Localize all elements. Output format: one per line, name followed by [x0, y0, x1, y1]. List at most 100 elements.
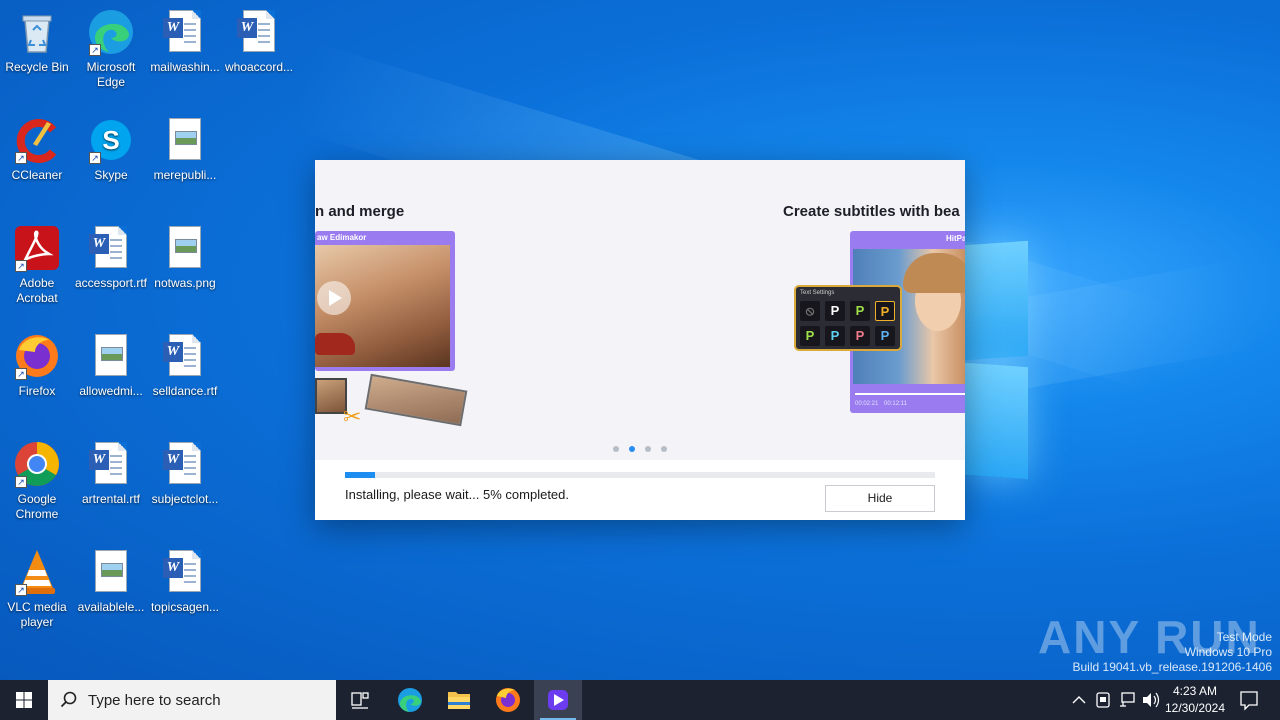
tray-device-icon-button[interactable] — [1092, 680, 1114, 720]
chrome-icon: ↗ — [13, 440, 61, 488]
show-hidden-icons-button[interactable] — [1068, 680, 1090, 720]
desktop-icon-whoaccord[interactable]: W whoaccord... — [222, 8, 296, 75]
text-style-none-option[interactable]: ⦸ — [800, 301, 820, 321]
desktop-icon-microsoft-edge[interactable]: ↗ Microsoft Edge — [74, 8, 148, 90]
desert-video-thumbnail — [315, 245, 450, 367]
desktop-icon-vlc[interactable]: ↗ VLC media player — [0, 548, 74, 630]
word-doc-icon: W — [235, 8, 283, 56]
word-doc-icon: W — [87, 224, 135, 272]
desktop-icon-artrental[interactable]: W artrental.rtf — [74, 440, 148, 507]
desktop-icon-accessport[interactable]: W accessport.rtf — [74, 224, 148, 291]
desktop-icon-google-chrome[interactable]: ↗ Google Chrome — [0, 440, 74, 522]
shortcut-arrow-icon: ↗ — [15, 368, 27, 380]
slide-left-brand: aw Edimakor — [317, 233, 367, 242]
search-icon — [60, 691, 77, 708]
shortcut-arrow-icon: ↗ — [15, 260, 27, 272]
word-doc-icon: W — [161, 548, 209, 596]
edge-icon: ↗ — [87, 8, 135, 56]
desktop-icon-label: VLC media player — [7, 600, 67, 629]
text-style-option[interactable]: P — [825, 301, 845, 321]
desktop-icon-label: artrental.rtf — [81, 492, 141, 506]
desktop-icon-label: Recycle Bin — [5, 60, 69, 74]
carousel-dot[interactable] — [661, 446, 667, 452]
file-explorer-icon — [448, 692, 470, 709]
taskbar-clock[interactable]: 4:23 AM 12/30/2024 — [1158, 683, 1232, 717]
firefox-icon — [496, 688, 520, 712]
word-doc-icon: W — [161, 440, 209, 488]
shortcut-arrow-icon: ↗ — [15, 584, 27, 596]
desktop-icon-label: Microsoft Edge — [86, 60, 136, 89]
text-style-option[interactable]: P — [850, 301, 870, 321]
desktop-icon-firefox[interactable]: ↗ Firefox — [0, 332, 74, 399]
network-button[interactable] — [1116, 680, 1138, 720]
taskbar-file-explorer-button[interactable] — [435, 680, 483, 720]
shortcut-arrow-icon: ↗ — [15, 152, 27, 164]
taskbar-edimakor-button[interactable] — [534, 680, 582, 720]
carousel-dot[interactable] — [629, 446, 635, 452]
desktop-icon-label: Firefox — [18, 384, 56, 398]
text-settings-label: Text Settings — [800, 290, 835, 296]
desktop-icon-recycle-bin[interactable]: Recycle Bin — [0, 8, 74, 75]
desktop-icon-label: whoaccord... — [224, 60, 294, 74]
text-style-option[interactable]: P — [875, 301, 895, 321]
vlc-icon: ↗ — [13, 548, 61, 596]
taskbar: Type here to search 4:23 AM 12/30/2024 — [0, 680, 1280, 720]
windows-start-icon — [16, 692, 32, 708]
desktop-icon-availablele[interactable]: availablele... — [74, 548, 148, 615]
carousel-dot[interactable] — [645, 446, 651, 452]
desktop-icon-skype[interactable]: S ↗ Skype — [74, 116, 148, 183]
image-file-icon — [87, 332, 135, 380]
word-doc-icon: W — [161, 332, 209, 380]
slide-right-brand: HitPa — [946, 234, 965, 243]
desktop-icon-label: merepubli... — [153, 168, 217, 182]
watermark-line: Windows 10 Pro — [1184, 645, 1272, 659]
desktop-icon-adobe-acrobat[interactable]: ↗ Adobe Acrobat — [0, 224, 74, 306]
desktop-icon-label: accessport.rtf — [74, 276, 148, 290]
text-style-option[interactable]: P — [825, 326, 845, 346]
slide-title-left: n and merge — [315, 203, 405, 220]
image-file-icon — [161, 116, 209, 164]
slide-title-right: Create subtitles with bea — [783, 203, 960, 220]
taskbar-search-box[interactable]: Type here to search — [48, 680, 336, 720]
desktop-icon-subjectclot[interactable]: W subjectclot... — [148, 440, 222, 507]
action-center-button[interactable] — [1234, 680, 1264, 720]
taskbar-edge-button[interactable] — [386, 680, 434, 720]
windows-logo-pane — [965, 362, 1028, 480]
desktop-icon-ccleaner[interactable]: ↗ CCleaner — [0, 116, 74, 183]
svg-text:S: S — [102, 125, 119, 155]
text-style-option[interactable]: P — [850, 326, 870, 346]
firefox-icon: ↗ — [13, 332, 61, 380]
film-clip-strip — [364, 373, 468, 427]
scissors-icon: ✂ — [343, 404, 362, 429]
desktop-icon-label: Skype — [94, 168, 128, 182]
start-button[interactable] — [0, 680, 48, 720]
desktop-icon-label: subjectclot... — [151, 492, 219, 506]
text-style-option[interactable]: P — [875, 326, 895, 346]
text-style-option[interactable]: P — [800, 326, 820, 346]
recycle-bin-icon — [13, 8, 61, 56]
hide-button[interactable]: Hide — [825, 485, 935, 512]
desktop-icon-label: notwas.png — [154, 276, 216, 290]
watermark-line: Build 19041.vb_release.191206-1406 — [1072, 660, 1273, 674]
play-icon — [317, 281, 351, 315]
desktop-icon-merepubli[interactable]: merepubli... — [148, 116, 222, 183]
carousel-dot[interactable] — [613, 446, 619, 452]
word-doc-icon: W — [161, 8, 209, 56]
acrobat-icon: ↗ — [13, 224, 61, 272]
skype-icon: S ↗ — [87, 116, 135, 164]
desktop-icon-selldance[interactable]: W selldance.rtf — [148, 332, 222, 399]
desktop-icon-label: selldance.rtf — [152, 384, 218, 398]
image-file-icon — [87, 548, 135, 596]
desktop-icon-label: availablele... — [77, 600, 145, 614]
task-view-button[interactable] — [336, 680, 384, 720]
desktop-icon-topicsagen[interactable]: W topicsagen... — [148, 548, 222, 615]
desktop-icon-allowedmi[interactable]: allowedmi... — [74, 332, 148, 399]
desktop: Recycle Bin ↗ CCleaner ↗ Adobe Acrobat ↗… — [0, 0, 1280, 680]
desktop-icon-mailwashin[interactable]: W mailwashin... — [148, 8, 222, 75]
ccleaner-icon: ↗ — [13, 116, 61, 164]
player-seek-bar — [855, 393, 965, 395]
install-progress-bar — [345, 472, 935, 478]
desktop-icon-notwas[interactable]: notwas.png — [148, 224, 222, 291]
taskbar-firefox-button[interactable] — [484, 680, 532, 720]
search-placeholder: Type here to search — [88, 692, 221, 709]
